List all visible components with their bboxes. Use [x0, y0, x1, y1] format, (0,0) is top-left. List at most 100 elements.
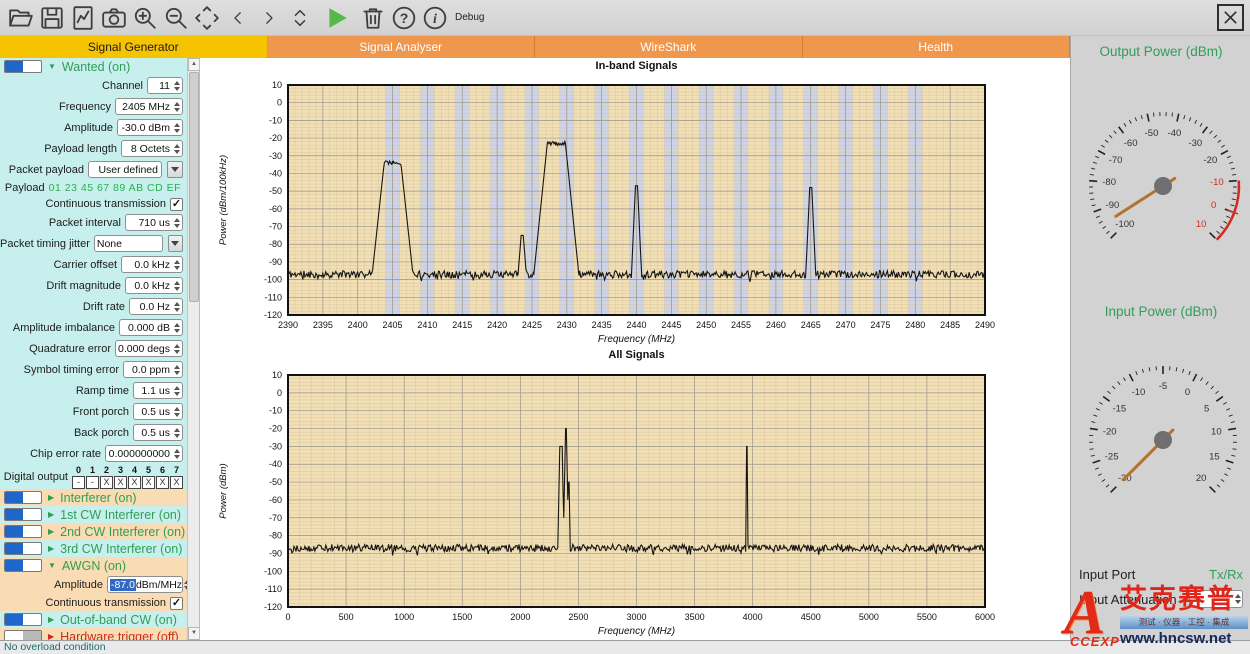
value-spinner[interactable]	[172, 386, 181, 396]
section-toggle[interactable]	[4, 525, 42, 538]
field-input[interactable]: None	[94, 235, 163, 252]
sidebar-scrollbar[interactable]: ▲ ▼	[187, 58, 199, 640]
attenuation-input[interactable]	[1189, 590, 1243, 608]
tab-wireshark[interactable]: WireShark	[535, 36, 803, 58]
field-input[interactable]: 8 Octets	[121, 140, 183, 157]
digital-output-cell[interactable]: X	[170, 476, 183, 489]
dropdown-button[interactable]	[168, 235, 183, 252]
field-input[interactable]: User defined	[88, 161, 162, 178]
field-input[interactable]: 2405 MHz	[115, 98, 183, 115]
svg-text:0: 0	[277, 388, 282, 398]
bit-number: 2	[100, 465, 113, 475]
tab-signal-generator[interactable]: Signal Generator	[0, 36, 268, 58]
section-header-2nd-cw-interferer-on-[interactable]: ▶2nd CW Interferer (on)	[0, 523, 188, 540]
zoom-out-button[interactable]	[161, 3, 191, 33]
svg-text:-100: -100	[1115, 219, 1134, 230]
section-toggle[interactable]	[4, 613, 42, 626]
section-toggle[interactable]	[4, 542, 42, 555]
value-spinner[interactable]	[172, 281, 181, 291]
plot-button[interactable]	[68, 3, 98, 33]
section-header-hardware-trigger-off-[interactable]: ▶Hardware trigger (off)	[0, 628, 188, 640]
field-input[interactable]: 0.000000000	[105, 445, 183, 462]
field-input[interactable]: 0.0 ppm	[123, 361, 183, 378]
section-toggle[interactable]	[4, 630, 42, 640]
svg-text:Power (dBm): Power (dBm)	[218, 463, 229, 518]
field-input[interactable]: -87.0 dBm/MHz	[107, 576, 183, 593]
section-header-awgn-on-[interactable]: ▼AWGN (on)	[0, 557, 188, 574]
value-spinner[interactable]	[172, 144, 181, 154]
digital-output-cell[interactable]: -	[72, 476, 85, 489]
value-spinner[interactable]	[172, 302, 181, 312]
value-spinner[interactable]	[172, 428, 181, 438]
value-spinner[interactable]	[172, 365, 181, 375]
field-input[interactable]: 1.1 us	[133, 382, 183, 399]
svg-text:-25: -25	[1105, 452, 1119, 463]
digital-output-cell[interactable]: X	[100, 476, 113, 489]
digital-output-cell[interactable]: X	[128, 476, 141, 489]
section-toggle[interactable]	[4, 491, 42, 504]
svg-text:2490: 2490	[975, 320, 995, 330]
section-toggle[interactable]	[4, 60, 42, 73]
value-spinner[interactable]	[172, 81, 181, 91]
value-spinner[interactable]	[172, 218, 181, 228]
close-button[interactable]	[1217, 4, 1244, 31]
open-button[interactable]	[6, 3, 36, 33]
scrollbar-down-button[interactable]: ▼	[188, 627, 200, 640]
scrollbar-up-button[interactable]: ▲	[188, 58, 200, 71]
field-input[interactable]: 0.000 dB	[119, 319, 183, 336]
section-header-out-of-band-cw-on-[interactable]: ▶Out-of-band CW (on)	[0, 611, 188, 628]
value-spinner[interactable]	[172, 123, 181, 133]
scroll-vertical-button[interactable]	[285, 3, 315, 33]
snapshot-button[interactable]	[99, 3, 129, 33]
field-input[interactable]: 710 us	[125, 214, 183, 231]
field-input[interactable]: -30.0 dBm	[117, 119, 183, 136]
help-button[interactable]: ?	[389, 3, 419, 33]
section-header-interferer-on-[interactable]: ▶Interferer (on)	[0, 489, 188, 506]
section-header-3rd-cw-interferer-on-[interactable]: ▶3rd CW Interferer (on)	[0, 540, 188, 557]
spin-up-icon	[174, 365, 180, 369]
digital-output-cell[interactable]: X	[142, 476, 155, 489]
field-input[interactable]: 0.0 Hz	[129, 298, 183, 315]
field-checkbox[interactable]: ✓	[170, 198, 183, 211]
attenuation-spinner[interactable]	[1233, 594, 1242, 604]
value-spinner[interactable]	[172, 323, 181, 333]
field-input[interactable]: 0.000 degs	[115, 340, 183, 357]
info-icon: i	[422, 5, 448, 31]
field-input[interactable]: 0.5 us	[133, 403, 183, 420]
tab-health[interactable]: Health	[803, 36, 1071, 58]
section-header-wanted-on-[interactable]: ▼Wanted (on)	[0, 58, 188, 75]
section-toggle[interactable]	[4, 508, 42, 521]
scrollbar-thumb[interactable]	[189, 72, 199, 302]
value-spinner[interactable]	[172, 344, 181, 354]
step-left-button[interactable]	[223, 3, 253, 33]
digital-output-cell[interactable]: -	[86, 476, 99, 489]
zoom-in-button[interactable]	[130, 3, 160, 33]
dropdown-button[interactable]	[167, 161, 183, 178]
value-spinner[interactable]	[172, 260, 181, 270]
value-spinner[interactable]	[172, 449, 181, 459]
value-spinner[interactable]	[172, 102, 181, 112]
field-label: Symbol timing error	[24, 364, 119, 376]
section-header-1st-cw-interferer-on-[interactable]: ▶1st CW Interferer (on)	[0, 506, 188, 523]
field-input[interactable]: 0.5 us	[133, 424, 183, 441]
field-input[interactable]: 11	[147, 77, 183, 94]
step-right-button[interactable]	[254, 3, 284, 33]
gauge-svg: -100-90-80-70-60-50-40-30-20-10010	[1071, 68, 1250, 288]
info-button[interactable]: i	[420, 3, 450, 33]
field-input[interactable]: 0.0 kHz	[121, 256, 183, 273]
svg-text:-10: -10	[1210, 177, 1224, 188]
section-toggle[interactable]	[4, 559, 42, 572]
digital-output-cell[interactable]: X	[156, 476, 169, 489]
run-button[interactable]	[322, 3, 352, 33]
step-right-icon	[260, 5, 278, 31]
digital-output-cell[interactable]: X	[114, 476, 127, 489]
delete-button[interactable]	[358, 3, 388, 33]
spin-down-icon	[174, 413, 180, 417]
pan-button[interactable]	[192, 3, 222, 33]
save-button[interactable]	[37, 3, 67, 33]
field-input[interactable]: 0.0 kHz	[125, 277, 183, 294]
value-spinner[interactable]	[172, 407, 181, 417]
tab-signal-analyser[interactable]: Signal Analyser	[268, 36, 536, 58]
svg-text:2410: 2410	[417, 320, 437, 330]
field-checkbox[interactable]: ✓	[170, 597, 183, 610]
